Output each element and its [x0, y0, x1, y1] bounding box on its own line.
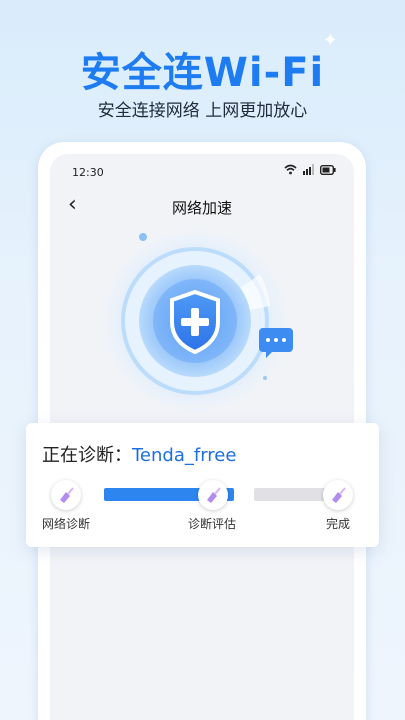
wifi-icon	[284, 164, 297, 175]
decor-dot	[263, 376, 267, 380]
broom-icon	[198, 480, 228, 510]
broom-icon	[51, 480, 81, 510]
diagnosis-label: 正在诊断：	[42, 445, 132, 466]
signal-icon	[303, 164, 314, 175]
decor-dot	[139, 233, 147, 241]
broom-icon	[323, 480, 353, 510]
step-label: 网络诊断	[42, 517, 91, 531]
plus-icon-horizontal	[181, 318, 209, 326]
battery-icon	[320, 164, 336, 175]
nav-bar: ‹ 网络加速	[50, 194, 354, 218]
status-bar: 12:30	[72, 164, 336, 182]
status-time: 12:30	[72, 166, 104, 179]
promo-subheadline: 安全连接网络 上网更加放心	[97, 101, 308, 121]
diagnosis-card: 正在诊断：Tenda_frree 网络诊断 诊断评估 完成	[26, 423, 379, 547]
page-title: 网络加速	[171, 199, 232, 217]
network-name: Tenda_frree	[132, 445, 237, 466]
sparkle-icon: ✦	[322, 30, 339, 51]
step-label: 完成	[326, 517, 351, 531]
promo-headline: 安全连Wi-Fi ✦	[0, 30, 405, 98]
security-scan-illustration	[103, 229, 293, 413]
diagnosis-status: 正在诊断：Tenda_frree	[42, 441, 236, 467]
promo-headline-text: 安全连Wi-Fi	[80, 50, 325, 96]
step-label: 诊断评估	[188, 517, 237, 531]
status-icons	[284, 164, 336, 175]
